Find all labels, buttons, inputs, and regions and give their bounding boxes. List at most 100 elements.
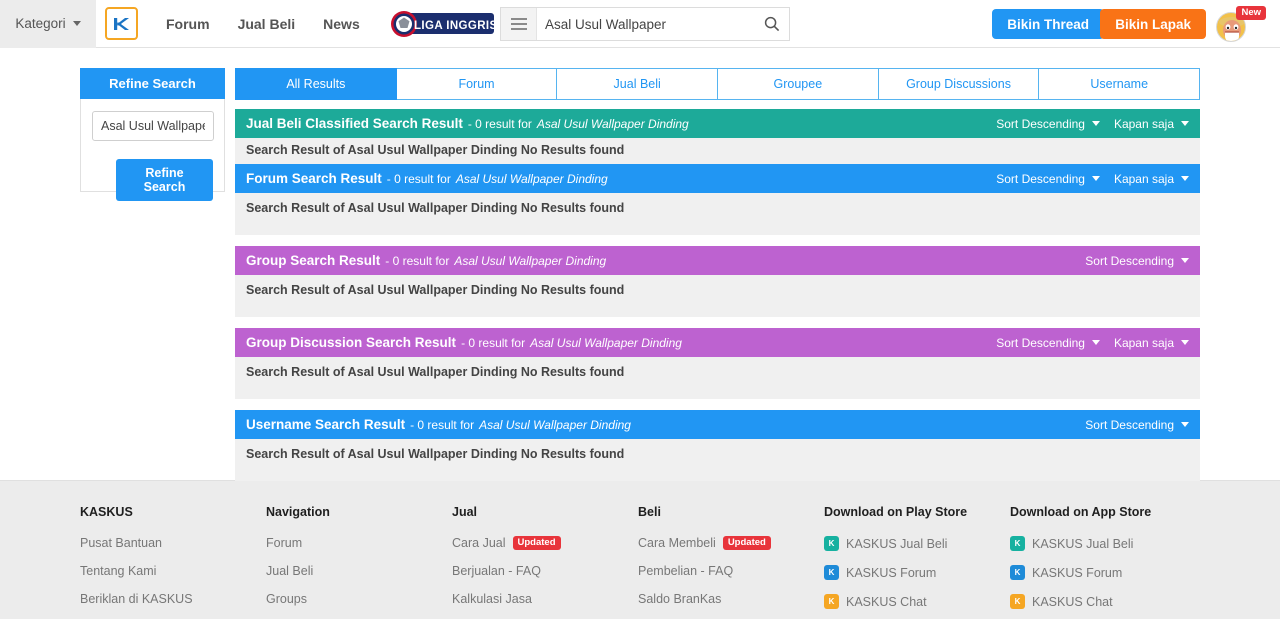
footer-column-jual: Jual Cara Jual Updated Berjualan - FAQ K… — [452, 505, 638, 619]
chevron-down-icon — [1091, 176, 1100, 181]
nav-item-news[interactable]: News — [323, 16, 360, 32]
section-header: Jual Beli Classified Search Result - 0 r… — [235, 109, 1200, 138]
refine-search-button[interactable]: Refine Search — [116, 159, 213, 201]
section-query: Asal Usul Wallpaper Dinding — [454, 253, 607, 268]
footer-link-label: Pusat Bantuan — [80, 536, 163, 550]
kaskus-k-icon — [113, 17, 129, 30]
footer-link[interactable]: Berjualan - FAQ — [452, 564, 638, 578]
section-header: Forum Search Result - 0 result for Asal … — [235, 164, 1200, 193]
footer-link-label: Beriklan di KASKUS — [80, 592, 193, 606]
footer-heading: Beli — [638, 505, 661, 519]
footer-app-link[interactable]: K KASKUS Forum — [824, 565, 1010, 580]
section-controls: Sort Descending — [1085, 418, 1189, 432]
section-title: Jual Beli Classified Search Result — [246, 116, 463, 131]
time-filter-dropdown[interactable]: Kapan saja — [1114, 172, 1189, 186]
nav-item-jual-beli[interactable]: Jual Beli — [238, 16, 296, 32]
section-header: Username Search Result - 0 result for As… — [235, 410, 1200, 439]
footer-app-link[interactable]: K KASKUS Jual Beli — [824, 536, 1010, 551]
chevron-down-icon — [1181, 121, 1189, 126]
footer-column-play-store: Download on Play Store K KASKUS Jual Bel… — [824, 505, 1010, 619]
section-group-discussion: Group Discussion Search Result - 0 resul… — [235, 328, 1200, 399]
search-category-menu-icon[interactable] — [501, 8, 537, 40]
footer-link[interactable]: Groups — [266, 592, 452, 606]
kaskus-forum-app-icon: K — [824, 565, 839, 580]
user-avatar-area[interactable]: New — [1214, 6, 1266, 44]
sort-dropdown[interactable]: Sort Descending — [996, 172, 1100, 186]
footer-column-kaskus: KASKUS Pusat Bantuan Tentang Kami Berikl… — [80, 505, 266, 619]
search-results-main: All Results Forum Jual Beli Groupee Grou… — [235, 68, 1201, 481]
sort-dropdown[interactable]: Sort Descending — [996, 336, 1100, 350]
search-input[interactable] — [537, 16, 755, 32]
section-title: Forum Search Result — [246, 171, 382, 186]
section-title: Group Search Result — [246, 253, 381, 268]
footer-link[interactable]: Kalkulasi Jasa — [452, 592, 638, 606]
sort-dropdown[interactable]: Sort Descending — [996, 117, 1100, 131]
time-filter-dropdown[interactable]: Kapan saja — [1114, 336, 1189, 350]
footer-link-label: KASKUS Jual Beli — [1032, 536, 1134, 551]
page-body: Refine Search Refine Search All Results … — [0, 48, 1280, 481]
search-bar[interactable] — [500, 7, 790, 41]
kaskus-jual-beli-app-icon: K — [1010, 536, 1025, 551]
updated-badge: Updated — [512, 536, 561, 551]
footer-link[interactable]: Saldo BranKas — [638, 592, 824, 606]
refine-search-sidebar: Refine Search Refine Search — [80, 68, 225, 481]
footer-link-label: Tentang Kami — [80, 564, 157, 578]
footer-app-link[interactable]: K KASKUS Chat — [824, 594, 1010, 609]
section-controls: Sort Descending — [1085, 254, 1189, 268]
sort-label: Sort Descending — [1085, 253, 1174, 268]
tab-groupee[interactable]: Groupee — [718, 68, 879, 100]
kaskus-forum-app-icon: K — [1010, 565, 1025, 580]
sort-dropdown[interactable]: Sort Descending — [1085, 254, 1189, 268]
kaskus-jual-beli-app-icon: K — [824, 536, 839, 551]
time-label: Kapan saja — [1113, 116, 1174, 131]
section-header: Group Search Result - 0 result for Asal … — [235, 246, 1200, 275]
section-result-body: Search Result of Asal Usul Wallpaper Din… — [235, 439, 1200, 481]
liga-inggris-logo-icon: LIGA INGGRIS — [390, 10, 496, 37]
chevron-down-icon — [1181, 422, 1189, 427]
results-tabs: All Results Forum Jual Beli Groupee Grou… — [235, 68, 1201, 100]
sort-label: Sort Descending — [1085, 417, 1174, 432]
section-controls: Sort Descending Kapan saja — [996, 336, 1189, 350]
footer-link[interactable]: Jual Beli — [266, 564, 452, 578]
section-result-body: Search Result of Asal Usul Wallpaper Din… — [235, 275, 1200, 317]
section-count: - 0 result for — [386, 171, 451, 186]
sort-label: Sort Descending — [996, 335, 1085, 350]
bikin-lapak-button[interactable]: Bikin Lapak — [1100, 9, 1206, 39]
tab-jual-beli[interactable]: Jual Beli — [557, 68, 719, 100]
footer-app-link[interactable]: K KASKUS Jual Beli — [1010, 536, 1196, 551]
sort-dropdown[interactable]: Sort Descending — [1085, 418, 1189, 432]
footer-link[interactable]: Pusat Bantuan — [80, 536, 266, 550]
footer-link-label: Jual Beli — [266, 564, 314, 578]
content-container: Refine Search Refine Search All Results … — [80, 68, 1201, 481]
liga-inggris-banner[interactable]: LIGA INGGRIS — [388, 9, 496, 39]
footer-app-link[interactable]: K KASKUS Forum — [1010, 565, 1196, 580]
section-controls: Sort Descending Kapan saja — [996, 172, 1189, 186]
refine-search-header[interactable]: Refine Search — [80, 68, 225, 99]
tab-all-results[interactable]: All Results — [235, 68, 397, 100]
chevron-down-icon — [1091, 121, 1100, 126]
section-query: Asal Usul Wallpaper Dinding — [455, 171, 608, 186]
tab-group-discussions[interactable]: Group Discussions — [878, 68, 1040, 100]
kaskus-chat-app-icon: K — [824, 594, 839, 609]
footer-link[interactable]: Beriklan di KASKUS — [80, 592, 266, 606]
section-title: Group Discussion Search Result — [246, 335, 457, 350]
bikin-thread-button[interactable]: Bikin Thread — [992, 9, 1104, 39]
avatar-new-badge: New — [1236, 6, 1266, 21]
refine-search-input[interactable] — [92, 111, 214, 141]
time-filter-dropdown[interactable]: Kapan saja — [1114, 117, 1189, 131]
kaskus-logo[interactable] — [105, 7, 138, 40]
search-submit-button[interactable] — [755, 8, 789, 40]
footer-column-navigation: Navigation Forum Jual Beli Groups KASKUS… — [266, 505, 452, 619]
tab-username[interactable]: Username — [1039, 68, 1201, 100]
section-group: Group Search Result - 0 result for Asal … — [235, 246, 1200, 317]
footer-link[interactable]: Pembelian - FAQ — [638, 564, 824, 578]
footer-link[interactable]: Cara Jual Updated — [452, 536, 638, 551]
kategori-dropdown[interactable]: Kategori — [0, 0, 96, 48]
footer-column-app-store: Download on App Store K KASKUS Jual Beli… — [1010, 505, 1196, 619]
footer-app-link[interactable]: K KASKUS Chat — [1010, 594, 1196, 609]
footer-link[interactable]: Tentang Kami — [80, 564, 266, 578]
tab-forum[interactable]: Forum — [396, 68, 558, 100]
footer-link[interactable]: Forum — [266, 536, 452, 550]
nav-item-forum[interactable]: Forum — [166, 16, 210, 32]
footer-link[interactable]: Cara Membeli Updated — [638, 536, 824, 551]
